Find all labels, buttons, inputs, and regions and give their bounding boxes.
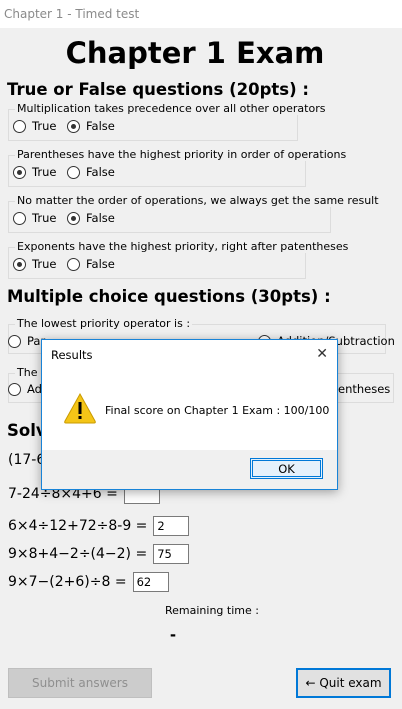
tf-q3-true-radio[interactable]: True [13, 211, 56, 225]
mc-q2-option-last-label[interactable]: entheses [338, 382, 390, 396]
tf-question-3-text: No matter the order of operations, we al… [15, 194, 381, 207]
answer-input[interactable]: 75 [153, 544, 190, 564]
close-icon[interactable]: ✕ [316, 345, 328, 362]
radio-label: False [86, 211, 115, 225]
radio-circle [13, 119, 26, 133]
warning-icon [64, 392, 96, 424]
solve-item-3: 6×4÷12+72÷8-9 = 2 [8, 516, 190, 536]
tf-q1-false-radio[interactable]: False [67, 119, 115, 133]
tf-question-4-text: Exponents have the highest priority, rig… [15, 240, 351, 253]
tf-q1-true-radio[interactable]: True [13, 119, 56, 133]
radio-label: False [86, 165, 115, 179]
tf-q4-true-radio[interactable]: True [13, 257, 56, 271]
answer-input[interactable]: 62 [132, 572, 169, 592]
expression: 6×4÷12+72÷8-9 = [8, 518, 148, 534]
radio-circle [67, 119, 80, 133]
tf-question-2-text: Parentheses have the highest priority in… [15, 148, 349, 161]
radio-label: True [32, 165, 57, 179]
exam-title: Chapter 1 Exam [65, 36, 325, 70]
dialog-message: Final score on Chapter 1 Exam : 100/100 [105, 404, 330, 417]
window-title: Chapter 1 - Timed test [4, 7, 140, 21]
remaining-time-label: Remaining time : [165, 604, 259, 617]
multiple-choice-heading: Multiple choice questions (30pts) : [7, 287, 331, 306]
radio-circle [13, 211, 26, 225]
radio-circle [67, 211, 80, 225]
radio-label: True [32, 257, 57, 271]
quit-exam-button[interactable]: ← Quit exam [296, 668, 391, 698]
ok-label: OK [278, 461, 295, 476]
solve-item-4: 9×8+4−2÷(4−2) = 75 [8, 544, 190, 564]
tf-q2-true-radio[interactable]: True [13, 165, 56, 179]
radio-label: entheses [338, 382, 391, 396]
radio-circle [8, 334, 21, 348]
tf-q4-false-radio[interactable]: False [67, 257, 115, 271]
radio-label: True [32, 211, 57, 225]
expression: 9×7−(2+6)÷8 = [8, 574, 127, 590]
radio-label: True [32, 119, 57, 133]
solve-item-1: (17-6 [8, 452, 45, 468]
radio-circle [67, 257, 80, 271]
solve-item-5: 9×7−(2+6)÷8 = 62 [8, 572, 169, 592]
answer-input[interactable]: 2 [153, 516, 190, 536]
tf-question-3: No matter the order of operations, we al… [8, 194, 381, 233]
results-dialog: Results ✕ Final score on Chapter 1 Exam … [41, 339, 338, 490]
window-titlebar: Chapter 1 - Timed test [0, 0, 402, 28]
remaining-time-value: - [170, 624, 176, 644]
radio-label: False [86, 257, 115, 271]
radio-circle [8, 382, 21, 396]
mc-question-1-text: The lowest priority operator is : [15, 317, 193, 330]
dialog-title: Results [51, 348, 93, 362]
mc-q1-option-1-radio[interactable]: Par [8, 334, 45, 348]
expression: 9×8+4−2÷(4−2) = [8, 546, 148, 562]
tf-question-1-text: Multiplication takes precedence over all… [15, 102, 328, 115]
tf-q2-false-radio[interactable]: False [67, 165, 115, 179]
true-false-heading: True or False questions (20pts) : [7, 80, 309, 99]
radio-circle [13, 257, 26, 271]
ok-button[interactable]: OK [250, 458, 323, 479]
radio-label: False [86, 119, 115, 133]
radio-circle [67, 165, 80, 179]
expression: (17-6 [8, 452, 46, 468]
radio-circle [13, 165, 26, 179]
tf-q3-false-radio[interactable]: False [67, 211, 115, 225]
submit-answers-button[interactable]: Submit answers [8, 668, 152, 698]
